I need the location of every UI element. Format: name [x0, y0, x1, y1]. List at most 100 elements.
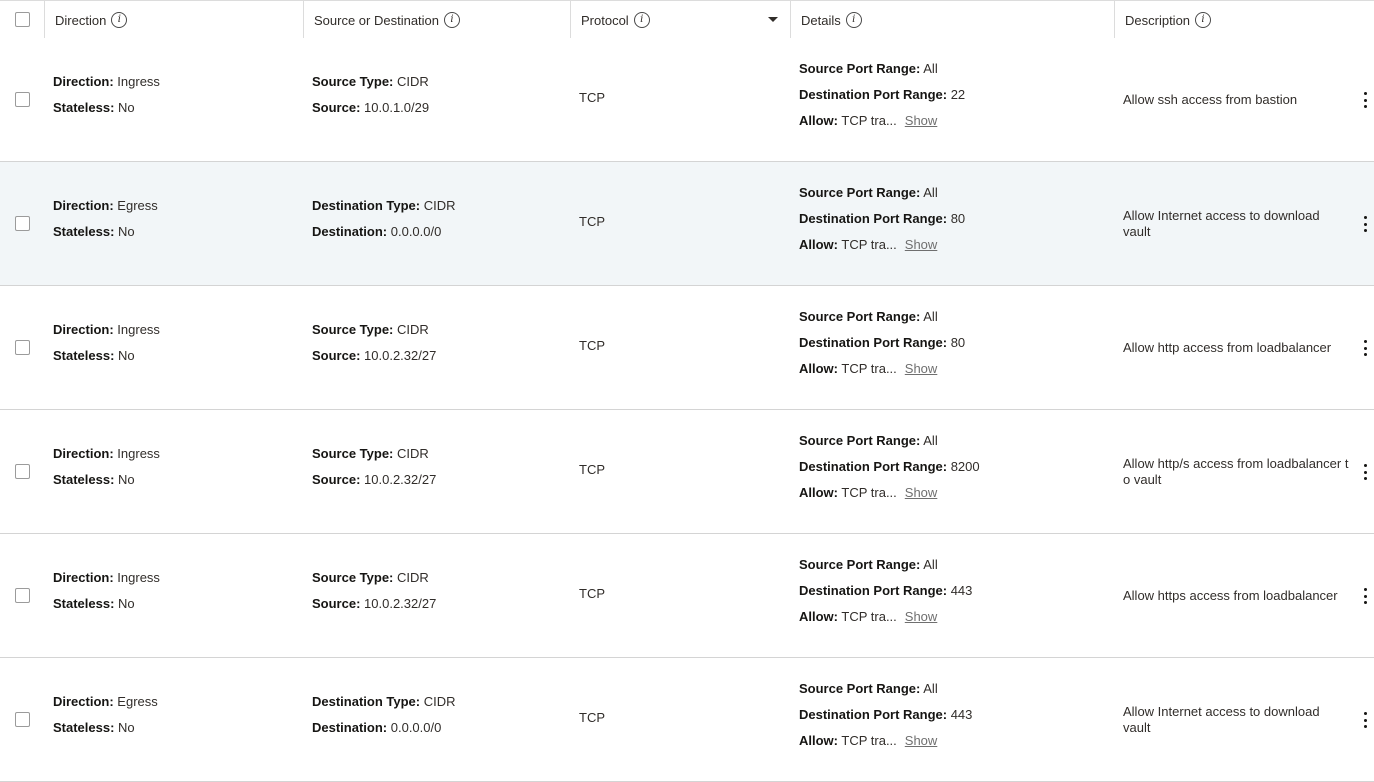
- stateless-label: Stateless:: [53, 100, 115, 115]
- direction-cell: Direction: Ingress Stateless: No: [53, 317, 160, 369]
- table-row[interactable]: Direction: Ingress Stateless: No Source …: [0, 534, 1374, 658]
- target-type-line: Source Type: CIDR: [312, 317, 436, 343]
- info-icon[interactable]: i: [1195, 12, 1212, 28]
- target-type-value: CIDR: [423, 694, 456, 709]
- sort-caret-down-icon[interactable]: [768, 17, 778, 22]
- show-link[interactable]: Show: [905, 485, 938, 500]
- info-icon[interactable]: i: [633, 12, 650, 28]
- stateless-label: Stateless:: [53, 348, 115, 363]
- source-port-range-label: Source Port Range:: [799, 61, 921, 76]
- show-link[interactable]: Show: [905, 733, 938, 748]
- description-cell: Allow ssh access from bastion: [1123, 92, 1349, 108]
- target-label: Source:: [312, 596, 361, 611]
- description-value: Allow ssh access from bastion: [1123, 92, 1298, 107]
- row-actions-kebab-icon[interactable]: [1361, 588, 1369, 604]
- table-row[interactable]: Direction: Ingress Stateless: No Source …: [0, 38, 1374, 162]
- stateless-label: Stateless:: [53, 596, 115, 611]
- table-row[interactable]: Direction: Ingress Stateless: No Source …: [0, 286, 1374, 410]
- allow-line: Allow: TCP tra... Show: [799, 232, 965, 258]
- description-cell: Allow Internet access to download vault: [1123, 704, 1349, 736]
- direction-label: Direction:: [53, 322, 114, 337]
- target-type-value: CIDR: [397, 446, 429, 461]
- row-actions-kebab-icon[interactable]: [1361, 712, 1369, 728]
- allow-value: TCP tra...: [841, 237, 897, 252]
- protocol-cell: TCP: [579, 209, 605, 235]
- direction-value: Egress: [117, 198, 158, 213]
- target-type-line: Source Type: CIDR: [312, 441, 436, 467]
- row-actions-kebab-icon[interactable]: [1361, 340, 1369, 356]
- allow-line: Allow: TCP tra... Show: [799, 604, 972, 630]
- protocol-value: TCP: [579, 90, 605, 105]
- protocol-cell: TCP: [579, 705, 605, 731]
- source-port-range-value: All: [923, 61, 938, 76]
- protocol-cell: TCP: [579, 333, 605, 359]
- show-link[interactable]: Show: [905, 113, 938, 128]
- allow-label: Allow:: [799, 113, 838, 128]
- allow-value: TCP tra...: [841, 609, 897, 624]
- info-icon[interactable]: i: [444, 12, 461, 28]
- target-cell: Source Type: CIDR Source: 10.0.2.32/27: [312, 317, 436, 369]
- column-header-source-or-destination[interactable]: Source or Destination i: [303, 1, 571, 39]
- source-port-range-value: All: [923, 433, 938, 448]
- target-line: Source: 10.0.2.32/27: [312, 591, 436, 617]
- stateless-line: Stateless: No: [53, 467, 160, 493]
- column-header-description[interactable]: Description i: [1114, 1, 1374, 39]
- destination-port-range-label: Destination Port Range:: [799, 583, 948, 598]
- details-cell: Source Port Range: All Destination Port …: [799, 428, 980, 506]
- column-header-details[interactable]: Details i: [790, 1, 1115, 39]
- source-port-range-value: All: [923, 309, 938, 324]
- column-header-label: Description: [1125, 12, 1191, 28]
- target-type-line: Source Type: CIDR: [312, 69, 429, 95]
- destination-port-range-value: 22: [950, 87, 966, 102]
- protocol-cell: TCP: [579, 581, 605, 607]
- description-value: Allow Internet access to download vault: [1123, 704, 1320, 735]
- row-checkbox[interactable]: [15, 588, 30, 603]
- column-header-label: Details: [801, 12, 841, 28]
- column-header-direction[interactable]: Direction i: [44, 1, 304, 39]
- table-row[interactable]: Direction: Ingress Stateless: No Source …: [0, 410, 1374, 534]
- table-row[interactable]: Direction: Egress Stateless: No Destinat…: [0, 162, 1374, 286]
- allow-line: Allow: TCP tra... Show: [799, 356, 965, 382]
- info-icon[interactable]: i: [111, 12, 128, 28]
- info-icon[interactable]: i: [845, 12, 862, 28]
- source-port-range-label: Source Port Range:: [799, 309, 921, 324]
- show-link[interactable]: Show: [905, 361, 938, 376]
- allow-line: Allow: TCP tra... Show: [799, 728, 972, 754]
- stateless-line: Stateless: No: [53, 591, 160, 617]
- table-row[interactable]: Direction: Egress Stateless: No Destinat…: [0, 658, 1374, 782]
- row-actions-kebab-icon[interactable]: [1361, 216, 1369, 232]
- target-type-label: Source Type:: [312, 74, 394, 89]
- destination-port-range-line: Destination Port Range: 80: [799, 206, 965, 232]
- row-checkbox[interactable]: [15, 216, 30, 231]
- description-cell: Allow http access from loadbalancer: [1123, 340, 1349, 356]
- target-line: Source: 10.0.2.32/27: [312, 467, 436, 493]
- destination-port-range-line: Destination Port Range: 8200: [799, 454, 980, 480]
- destination-port-range-value: 443: [950, 707, 973, 722]
- row-checkbox[interactable]: [15, 464, 30, 479]
- select-all-checkbox[interactable]: [15, 12, 30, 27]
- stateless-label: Stateless:: [53, 472, 115, 487]
- direction-label: Direction:: [53, 74, 114, 89]
- row-actions-kebab-icon[interactable]: [1361, 92, 1369, 108]
- stateless-line: Stateless: No: [53, 343, 160, 369]
- destination-port-range-label: Destination Port Range:: [799, 211, 948, 226]
- target-type-value: CIDR: [397, 74, 429, 89]
- row-actions-kebab-icon[interactable]: [1361, 464, 1369, 480]
- target-line: Source: 10.0.2.32/27: [312, 343, 436, 369]
- protocol-cell: TCP: [579, 85, 605, 111]
- row-checkbox[interactable]: [15, 92, 30, 107]
- allow-label: Allow:: [799, 361, 838, 376]
- stateless-label: Stateless:: [53, 224, 115, 239]
- allow-value: TCP tra...: [841, 113, 897, 128]
- destination-port-range-label: Destination Port Range:: [799, 707, 948, 722]
- row-checkbox[interactable]: [15, 712, 30, 727]
- row-checkbox[interactable]: [15, 340, 30, 355]
- column-header-protocol[interactable]: Protocol i: [570, 1, 791, 39]
- destination-port-range-line: Destination Port Range: 443: [799, 702, 972, 728]
- direction-value: Ingress: [117, 570, 160, 585]
- protocol-value: TCP: [579, 710, 605, 725]
- show-link[interactable]: Show: [905, 609, 938, 624]
- show-link[interactable]: Show: [905, 237, 938, 252]
- target-cell: Source Type: CIDR Source: 10.0.2.32/27: [312, 565, 436, 617]
- target-value: 10.0.2.32/27: [364, 348, 437, 363]
